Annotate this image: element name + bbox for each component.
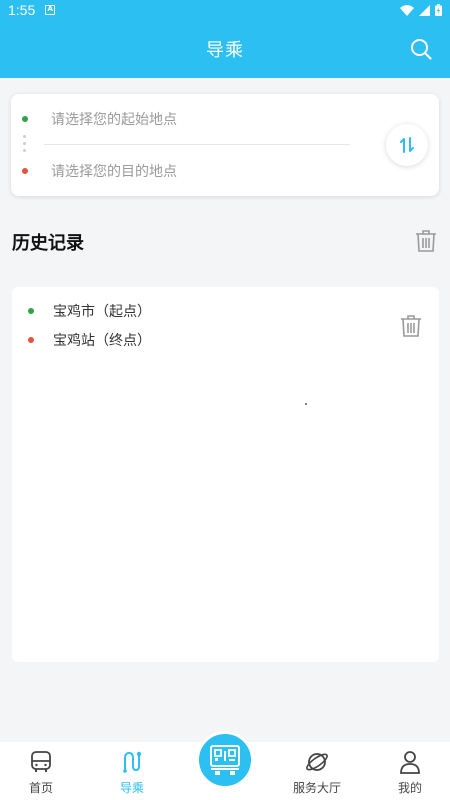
- swap-button[interactable]: [386, 124, 428, 166]
- search-icon[interactable]: [410, 38, 432, 60]
- person-icon: [400, 751, 420, 774]
- end-dot: [22, 168, 28, 174]
- tab-guide[interactable]: 导乘: [92, 742, 172, 800]
- swap-icon: [400, 137, 414, 153]
- end-location-placeholder: 请选择您的目的地点: [51, 164, 177, 180]
- tab-mine[interactable]: 我的: [370, 742, 450, 800]
- qr-code-icon: [210, 745, 240, 775]
- history-title: 历史记录: [12, 233, 84, 254]
- end-dot: [28, 337, 34, 343]
- connector-dots: [23, 135, 27, 156]
- route-divider: [44, 144, 350, 145]
- tab-guide-label: 导乘: [119, 781, 144, 795]
- signal-icon: [419, 4, 430, 16]
- route-card: 请选择您的起始地点 请选择您的目的地点: [11, 94, 439, 196]
- planet-icon: [306, 753, 328, 771]
- speck: [305, 403, 307, 405]
- start-dot: [22, 116, 28, 122]
- tab-service-hall-label: 服务大厅: [292, 781, 341, 795]
- app-header: 导乘: [0, 20, 450, 78]
- battery-icon: [435, 4, 442, 16]
- status-icons: [400, 4, 442, 16]
- history-end-text: 宝鸡站（终点）: [53, 333, 151, 349]
- scan-qr-button[interactable]: [196, 731, 254, 789]
- history-item-start[interactable]: 宝鸡市（起点）: [12, 300, 151, 322]
- history-item-end[interactable]: 宝鸡站（终点）: [12, 329, 151, 351]
- start-location-placeholder: 请选择您的起始地点: [51, 112, 177, 128]
- route-icon: [123, 751, 142, 773]
- wifi-icon: [400, 4, 414, 16]
- clear-history-trash-icon[interactable]: [415, 229, 437, 253]
- page-title: 导乘: [206, 40, 244, 61]
- start-dot: [28, 308, 34, 314]
- status-bar: 1:55 A: [0, 0, 450, 20]
- tab-service-hall[interactable]: 服务大厅: [277, 742, 357, 800]
- notification-icon: A: [45, 5, 56, 15]
- status-time: 1:55: [8, 2, 36, 18]
- delete-item-trash-icon[interactable]: [400, 314, 422, 338]
- end-location-field[interactable]: 请选择您的目的地点: [11, 159, 371, 183]
- history-start-text: 宝鸡市（起点）: [53, 304, 151, 320]
- tab-mine-label: 我的: [397, 781, 422, 795]
- tab-home[interactable]: 首页: [1, 742, 81, 800]
- bus-icon: [31, 751, 51, 772]
- start-location-field[interactable]: 请选择您的起始地点: [11, 107, 371, 131]
- history-card: 宝鸡市（起点） 宝鸡站（终点）: [12, 287, 439, 662]
- tab-home-label: 首页: [28, 781, 53, 795]
